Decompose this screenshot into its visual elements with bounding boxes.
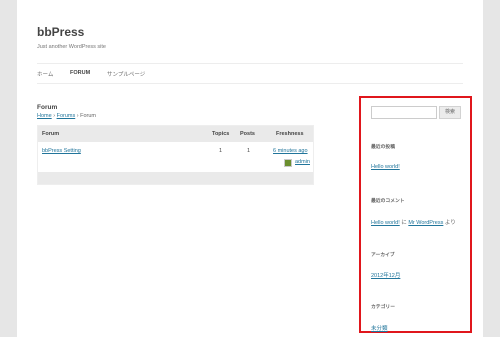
main-navigation: ホーム FORUM サンプルページ: [37, 63, 463, 84]
post-count: 1: [247, 148, 251, 154]
forum-title-link[interactable]: bbPress Setting: [42, 148, 81, 154]
breadcrumb-separator: ›: [76, 113, 79, 119]
nav-item-sample-page[interactable]: サンプルページ: [107, 70, 145, 78]
forum-heading: Forum: [37, 104, 58, 111]
table-row: bbPress Setting 1 1 6 minutes ago admin: [38, 142, 313, 172]
forum-table: Forum Topics Posts Freshness bbPress Set…: [37, 125, 314, 185]
topic-count: 1: [219, 148, 223, 154]
nav-item-forum[interactable]: FORUM: [70, 70, 90, 76]
author-link[interactable]: admin: [295, 159, 310, 165]
archive-link[interactable]: 2012年12月: [371, 273, 400, 279]
comment-suffix: より: [444, 220, 456, 226]
search-button[interactable]: 検索: [439, 106, 461, 119]
column-header-posts: Posts: [240, 131, 255, 137]
column-header-forum: Forum: [42, 131, 60, 137]
list-item: 2012年12月: [371, 271, 400, 279]
list-item: Hello world! に Mr WordPress より: [371, 218, 456, 226]
search-input[interactable]: [371, 106, 437, 119]
freshness-link[interactable]: 6 minutes ago: [273, 148, 308, 154]
category-link[interactable]: 未分類: [371, 326, 388, 332]
widget-title-archives: アーカイブ: [371, 253, 395, 258]
comment-post-link[interactable]: Hello world!: [371, 220, 400, 226]
widget-title-recent-posts: 最近の投稿: [371, 145, 395, 150]
column-header-topics: Topics: [212, 131, 230, 137]
widget-title-recent-comments: 最近のコメント: [371, 199, 405, 204]
breadcrumb-current: Forum: [80, 113, 97, 119]
comment-author-link[interactable]: Mr WordPress: [408, 220, 443, 226]
list-item: Hello world!: [371, 164, 400, 170]
table-footer: [38, 172, 313, 184]
comment-connector: に: [401, 220, 407, 226]
nav-item-home[interactable]: ホーム: [37, 70, 53, 78]
recent-post-link[interactable]: Hello world!: [371, 164, 400, 170]
column-header-freshness: Freshness: [276, 131, 304, 137]
widget-title-categories: カテゴリー: [371, 305, 395, 310]
page-container: bbPress Just another WordPress site ホーム …: [17, 0, 483, 337]
breadcrumb-home-link[interactable]: Home: [37, 113, 52, 119]
avatar[interactable]: [284, 159, 292, 167]
breadcrumb-forums-link[interactable]: Forums: [57, 113, 76, 119]
site-description: Just another WordPress site: [37, 44, 106, 50]
list-item: 未分類: [371, 324, 388, 332]
breadcrumb: Home › Forums › Forum: [37, 113, 96, 119]
site-title[interactable]: bbPress: [37, 25, 84, 39]
breadcrumb-separator: ›: [53, 113, 56, 119]
table-header: Forum Topics Posts Freshness: [38, 126, 313, 142]
sidebar-highlight-box: 検索 最近の投稿 Hello world! 最近のコメント Hello worl…: [359, 96, 472, 333]
